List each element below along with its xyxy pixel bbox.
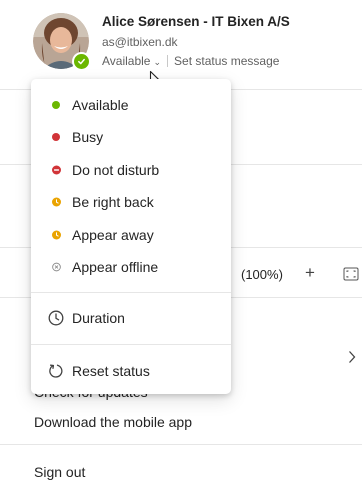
set-status-message-link[interactable]: Set status message [174, 54, 279, 68]
profile-email: as@itbixen.dk [102, 35, 178, 49]
status-option-label: Appear offline [72, 259, 159, 275]
duration-item[interactable]: Duration [31, 302, 231, 334]
duration-label: Duration [72, 310, 125, 326]
clock-dot-icon [52, 230, 61, 240]
status-popover: Available Busy Do not disturb Be right b… [31, 79, 231, 394]
profile-name: Alice Sørensen - IT Bixen A/S [102, 14, 290, 29]
available-dot-icon [52, 101, 60, 109]
reset-status-item[interactable]: Reset status [31, 355, 231, 387]
chevron-right-icon[interactable] [347, 350, 357, 364]
menu-divider [31, 344, 231, 345]
status-option-label: Available [72, 97, 129, 113]
sign-out-item[interactable]: Sign out [34, 464, 85, 480]
status-option-appear-away[interactable]: Appear away [31, 219, 231, 251]
status-option-label: Busy [72, 129, 104, 145]
status-dropdown[interactable]: Available ⌄ [102, 54, 161, 68]
busy-dot-icon [52, 133, 60, 141]
do-not-disturb-icon [52, 165, 61, 175]
available-check-icon [74, 54, 89, 69]
status-option-busy[interactable]: Busy [31, 121, 231, 153]
status-option-label: Be right back [72, 194, 154, 210]
reset-status-label: Reset status [72, 363, 150, 379]
clock-icon [48, 310, 64, 326]
status-option-available[interactable]: Available [31, 89, 231, 121]
status-row: Available ⌄ Set status message [102, 54, 279, 68]
status-label: Available [102, 54, 151, 68]
status-option-do-not-disturb[interactable]: Do not disturb [31, 154, 231, 186]
zoom-level: (100%) [241, 267, 283, 282]
avatar[interactable] [33, 13, 91, 71]
presence-badge [72, 52, 91, 71]
status-option-be-right-back[interactable]: Be right back [31, 186, 231, 218]
download-mobile-app-item[interactable]: Download the mobile app [34, 414, 192, 430]
status-option-label: Appear away [72, 227, 154, 243]
divider [0, 444, 362, 445]
menu-divider [31, 292, 231, 293]
status-option-appear-offline[interactable]: Appear offline [31, 251, 231, 283]
offline-icon [52, 262, 61, 272]
fit-screen-icon[interactable] [343, 267, 359, 281]
separator [167, 55, 169, 67]
reset-icon [48, 363, 64, 379]
clock-dot-icon [52, 197, 61, 207]
zoom-in-button[interactable]: + [305, 263, 315, 283]
chevron-down-icon: ⌄ [153, 57, 162, 67]
status-option-label: Do not disturb [72, 162, 160, 178]
